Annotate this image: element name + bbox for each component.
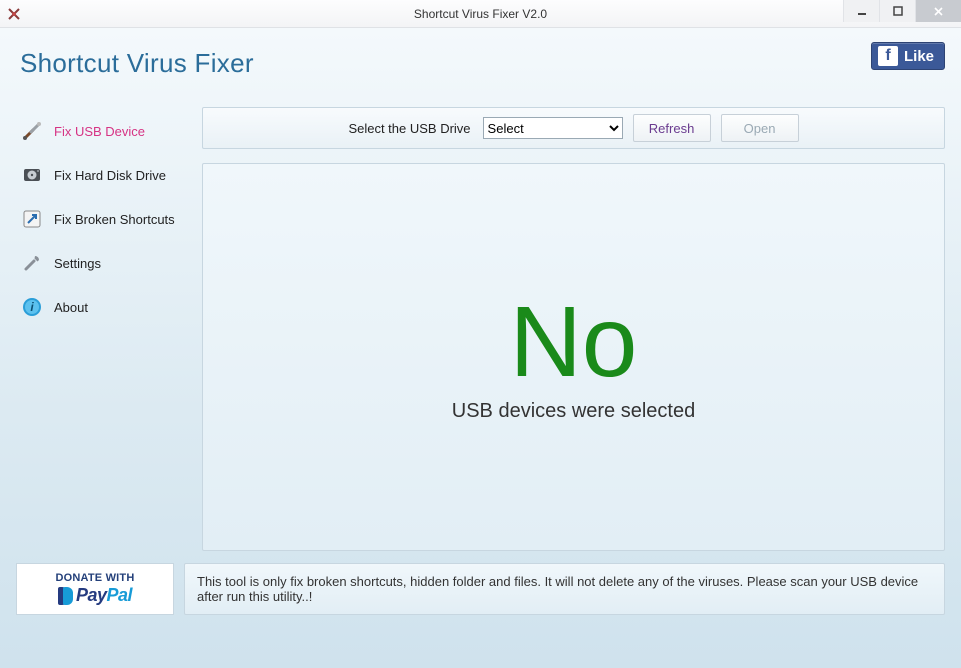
titlebar: Shortcut Virus Fixer V2.0 <box>0 0 961 28</box>
window-title: Shortcut Virus Fixer V2.0 <box>0 7 961 21</box>
maximize-button[interactable] <box>879 0 915 22</box>
hdd-icon <box>20 163 44 187</box>
info-bar: This tool is only fix broken shortcuts, … <box>184 563 945 615</box>
status-panel: No USB devices were selected <box>202 163 945 551</box>
sidebar: Fix USB Device Fix Hard Disk Drive Fix B… <box>16 107 202 551</box>
sidebar-item-label: Settings <box>54 256 101 271</box>
paypal-logo: PayPal <box>58 585 132 606</box>
app-body: Shortcut Virus Fixer f Like Fix USB Devi… <box>0 28 961 668</box>
sidebar-item-fix-hdd[interactable]: Fix Hard Disk Drive <box>16 153 202 197</box>
paypal-icon <box>58 587 73 605</box>
facebook-like-label: Like <box>904 48 934 65</box>
donate-paypal-button[interactable]: Donate with PayPal <box>16 563 174 615</box>
open-button[interactable]: Open <box>721 114 799 142</box>
controls-bar: Select the USB Drive Select Refresh Open <box>202 107 945 149</box>
header-row: Shortcut Virus Fixer f Like <box>16 42 945 79</box>
tools-icon <box>20 119 44 143</box>
app-icon <box>6 6 22 22</box>
select-drive-label: Select the USB Drive <box>348 121 470 136</box>
info-icon: i <box>20 295 44 319</box>
paypal-text: PayPal <box>76 585 132 606</box>
sidebar-item-label: Fix USB Device <box>54 124 145 139</box>
sidebar-item-settings[interactable]: Settings <box>16 241 202 285</box>
status-sub-text: USB devices were selected <box>452 400 695 423</box>
window-controls <box>843 0 961 27</box>
status-big-text: No <box>510 292 638 392</box>
minimize-button[interactable] <box>843 0 879 22</box>
content-row: Fix USB Device Fix Hard Disk Drive Fix B… <box>16 107 945 551</box>
sidebar-item-label: Fix Hard Disk Drive <box>54 168 166 183</box>
app-title: Shortcut Virus Fixer <box>20 48 254 79</box>
close-button[interactable] <box>915 0 961 22</box>
facebook-like-button[interactable]: f Like <box>871 42 945 70</box>
shortcut-icon <box>20 207 44 231</box>
info-text: This tool is only fix broken shortcuts, … <box>197 574 932 604</box>
donate-label: Donate with <box>56 572 135 584</box>
sidebar-item-label: About <box>54 300 88 315</box>
footer-row: Donate with PayPal This tool is only fix… <box>16 563 945 615</box>
wrench-icon <box>20 251 44 275</box>
sidebar-item-fix-usb[interactable]: Fix USB Device <box>16 109 202 153</box>
refresh-button[interactable]: Refresh <box>633 114 711 142</box>
usb-drive-select[interactable]: Select <box>483 117 623 139</box>
sidebar-item-about[interactable]: i About <box>16 285 202 329</box>
main-area: Select the USB Drive Select Refresh Open… <box>202 107 945 551</box>
facebook-icon: f <box>878 46 898 66</box>
sidebar-item-fix-shortcuts[interactable]: Fix Broken Shortcuts <box>16 197 202 241</box>
sidebar-item-label: Fix Broken Shortcuts <box>54 212 175 227</box>
